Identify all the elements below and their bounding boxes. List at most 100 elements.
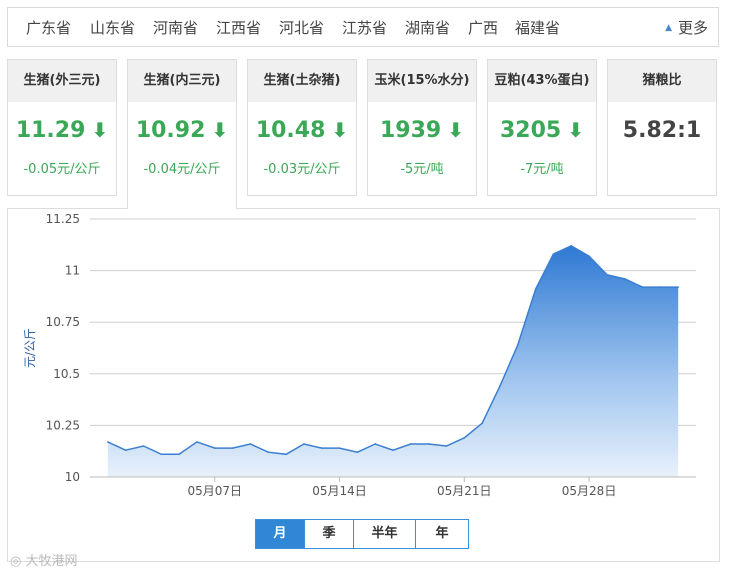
card-value-row: 10.48 ⬇ [248, 118, 356, 143]
data-point [516, 344, 519, 346]
card-value: 10.48 [255, 118, 326, 143]
data-point [320, 447, 323, 449]
data-point [659, 286, 662, 288]
card-value-row: 3205 ⬇ [488, 118, 596, 143]
y-tick-label: 10 [65, 470, 80, 484]
data-point [588, 255, 590, 257]
y-tick-label: 10.75 [46, 315, 80, 329]
arrow-down-icon: ⬇ [447, 118, 464, 142]
data-point [303, 443, 305, 445]
y-tick-label: 11.25 [46, 212, 80, 226]
card-change: -0.03元/公斤 [263, 162, 341, 177]
card-title: 生猪(外三元) [8, 60, 116, 102]
card-title: 生猪(内三元) [128, 60, 236, 102]
card-value-row: 10.92 ⬇ [128, 118, 236, 143]
range-button-0[interactable]: 月 [256, 520, 305, 548]
data-point [677, 286, 679, 288]
price-chart-svg: 10 10.25 10.5 10.75 11 11.25 05月07日 05月14日 05月21… [23, 212, 696, 498]
y-axis-label: 元/公斤 [23, 328, 37, 368]
more-label: 更多 [677, 19, 708, 37]
arrow-down-icon: ⬇ [211, 118, 229, 142]
data-point [392, 449, 394, 451]
data-point [178, 453, 180, 456]
card-value-row: 5.82:1 [608, 118, 716, 143]
province-4[interactable]: 河北省 [279, 17, 324, 38]
data-point [124, 449, 127, 451]
data-point [463, 436, 466, 439]
data-point [606, 273, 608, 276]
data-point [142, 445, 145, 447]
x-tick-label: 05月14日 [312, 484, 367, 498]
y-tick-label: 10.5 [53, 367, 80, 381]
province-6[interactable]: 湖南省 [405, 17, 450, 38]
data-point [427, 443, 430, 445]
card-title: 猪粮比 [608, 60, 716, 102]
data-point [481, 422, 483, 425]
watermark-text: 大牧港网 [25, 554, 78, 569]
card-value: 5.82:1 [622, 118, 702, 143]
province-5[interactable]: 江苏省 [342, 17, 387, 38]
caret-up-icon: ▲ [665, 23, 672, 33]
arrow-down-icon: ⬇ [331, 118, 349, 142]
province-0[interactable]: 广东省 [26, 17, 71, 38]
card-change: -5元/吨 [400, 162, 444, 177]
data-point [160, 453, 163, 456]
x-tick-label: 05月21日 [437, 484, 492, 498]
data-point [285, 453, 287, 456]
card-title: 玉米(15%水分) [368, 60, 476, 102]
card-value: 11.29 [15, 118, 86, 143]
data-point [196, 441, 198, 443]
price-card-2[interactable]: 生猪(土杂猪) 10.48 ⬇ -0.03元/公斤 [247, 59, 357, 196]
data-point [374, 443, 376, 445]
data-point [499, 385, 501, 387]
province-1[interactable]: 山东省 [90, 17, 135, 38]
data-point [356, 451, 359, 454]
data-point [552, 253, 555, 255]
more-button[interactable]: ▲ 更多 [665, 17, 708, 38]
province-filter-bar: 广东省 山东省 河南省 江西省 河北省 江苏省 湖南省 广西 福建省 ▲ 更多 [7, 7, 719, 47]
province-3[interactable]: 江西省 [216, 17, 261, 38]
card-title: 豆粕(43%蛋白) [488, 60, 596, 102]
y-tick-label: 10.25 [46, 418, 80, 432]
card-title: 生猪(土杂猪) [248, 60, 356, 102]
data-point [410, 443, 412, 445]
data-point [338, 447, 341, 449]
watermark-logo: ◎ [10, 554, 22, 569]
data-point [267, 451, 270, 454]
price-card-3[interactable]: 玉米(15%水分) 1939 ⬇ -5元/吨 [367, 59, 477, 196]
data-point [534, 288, 537, 290]
price-card-1[interactable]: 生猪(内三元) 10.92 ⬇ -0.04元/公斤 [127, 59, 237, 209]
series-area [107, 245, 679, 477]
range-button-1[interactable]: 季 [305, 520, 354, 548]
data-point [249, 443, 252, 445]
province-8[interactable]: 福建省 [515, 17, 560, 38]
data-point [445, 445, 448, 447]
x-tick-label: 05月07日 [187, 484, 242, 498]
x-tick-label: 05月28日 [562, 484, 617, 498]
data-point [570, 245, 573, 247]
range-button-2[interactable]: 半年 [354, 520, 416, 548]
watermark: ◎ 大牧港网 [10, 550, 78, 569]
data-point [213, 447, 216, 449]
price-chart: 10 10.25 10.5 10.75 11 11.25 05月07日 05月14日 05月21… [7, 208, 720, 562]
province-2[interactable]: 河南省 [153, 17, 198, 38]
price-card-5[interactable]: 猪粮比 5.82:1 [607, 59, 717, 196]
data-point [231, 447, 234, 449]
price-card-0[interactable]: 生猪(外三元) 11.29 ⬇ -0.05元/公斤 [7, 59, 117, 196]
province-7[interactable]: 广西 [468, 17, 498, 38]
card-value-row: 1939 ⬇ [368, 118, 476, 143]
card-value-row: 11.29 ⬇ [8, 118, 116, 143]
price-card-4[interactable]: 豆粕(43%蛋白) 3205 ⬇ -7元/吨 [487, 59, 597, 196]
card-change: -7元/吨 [520, 162, 564, 177]
data-point [623, 278, 626, 280]
data-point [107, 441, 109, 443]
arrow-down-icon: ⬇ [91, 118, 109, 142]
y-tick-label: 11 [65, 264, 80, 278]
card-value: 3205 [500, 118, 562, 143]
card-value: 10.92 [135, 118, 206, 143]
range-button-3[interactable]: 年 [416, 520, 468, 548]
card-change: -0.05元/公斤 [23, 162, 101, 177]
data-point [641, 286, 644, 288]
card-change: -0.04元/公斤 [143, 162, 221, 177]
card-value: 1939 [380, 118, 442, 143]
